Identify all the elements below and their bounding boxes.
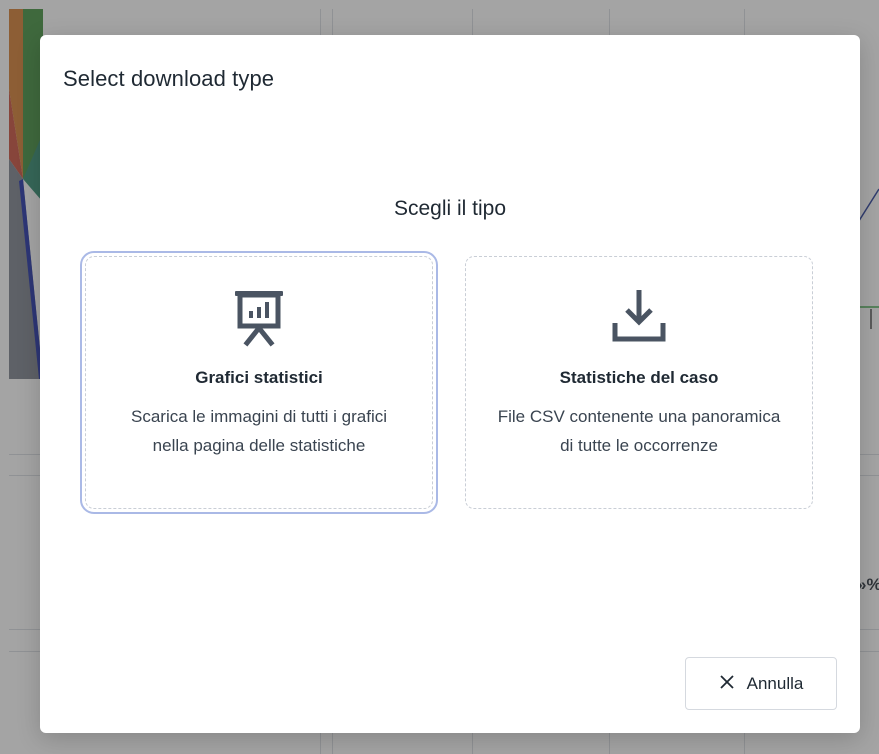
option-case-statistics[interactable]: Statistiche del caso File CSV contenente… — [465, 256, 813, 509]
option-title: Grafici statistici — [195, 368, 323, 387]
option-description: File CSV contenente una panoramica di tu… — [497, 407, 781, 455]
dialog-title: Select download type — [63, 66, 275, 91]
option-statistical-charts[interactable]: Grafici statistici Scarica le immagini d… — [80, 251, 438, 514]
download-icon — [466, 287, 812, 347]
option-description: Scarica le immagini di tutti i grafici n… — [130, 407, 388, 455]
cancel-button[interactable]: Annulla — [685, 657, 837, 710]
choose-type-heading: Scegli il tipo — [393, 197, 507, 220]
download-type-dialog: Select download type Scegli il tipo Graf… — [40, 35, 860, 733]
option-title: Statistiche del caso — [559, 368, 719, 387]
cancel-label: Annulla — [746, 673, 804, 693]
close-icon — [719, 674, 735, 693]
presentation-chart-icon — [86, 287, 432, 347]
